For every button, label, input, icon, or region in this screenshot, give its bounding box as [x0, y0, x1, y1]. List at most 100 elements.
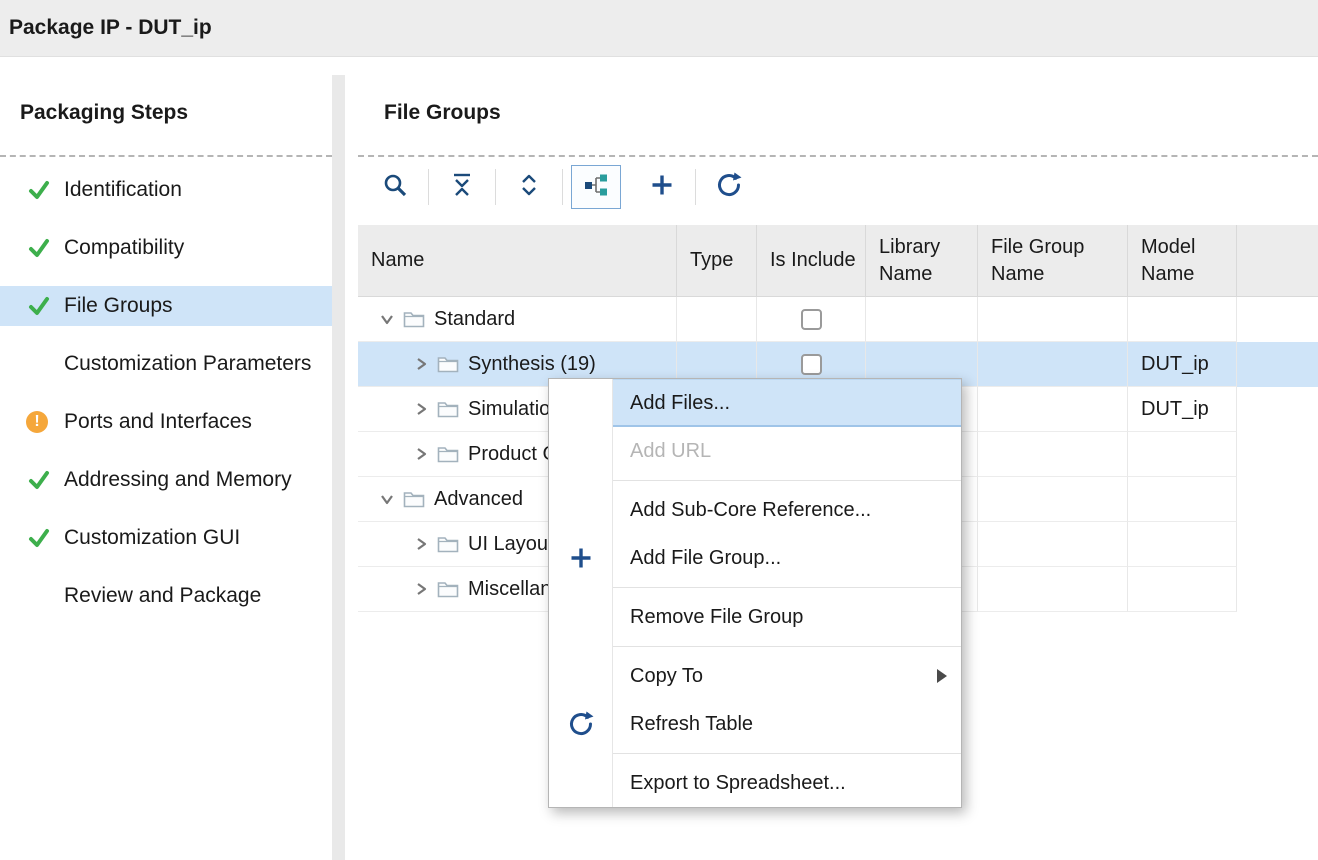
packaging-steps-list: Identification Compatibility File Groups… [0, 170, 332, 634]
column-header-library-name[interactable]: Library Name [866, 225, 978, 296]
menu-item-remove-file-group[interactable]: Remove File Group [549, 593, 961, 641]
menu-item-copy-to[interactable]: Copy To [549, 652, 961, 700]
hierarchy-view-icon [583, 172, 609, 203]
packaging-steps-panel: Packaging Steps Identification Compatibi… [0, 75, 332, 860]
check-icon [0, 293, 64, 319]
model-name-value: DUT_ip [1141, 398, 1209, 421]
collapse-all-button[interactable] [437, 165, 487, 209]
sidebar-item-addressing-and-memory[interactable]: Addressing and Memory [0, 460, 332, 500]
folder-icon [437, 400, 459, 418]
hierarchy-view-button[interactable] [571, 165, 621, 209]
search-icon [382, 172, 408, 203]
warning-icon: ! [0, 411, 64, 433]
row-label: Synthesis (19) [468, 353, 596, 376]
folder-icon [437, 445, 459, 463]
menu-separator [549, 475, 961, 486]
expand-all-icon [517, 172, 541, 203]
menu-item-label: Add File Group... [630, 547, 781, 570]
table-header: Name Type Is Include Library Name File G… [358, 225, 1318, 297]
is-include-checkbox[interactable] [801, 309, 822, 330]
folder-icon [403, 310, 425, 328]
search-button[interactable] [370, 165, 420, 209]
menu-item-add-url: Add URL [549, 427, 961, 475]
expand-all-button[interactable] [504, 165, 554, 209]
add-icon [549, 534, 612, 582]
row-label: UI Layout [468, 533, 554, 556]
sidebar-item-label: Customization Parameters [64, 352, 311, 376]
folder-icon [437, 580, 459, 598]
file-groups-title: File Groups [384, 101, 501, 125]
menu-item-label: Add URL [630, 440, 711, 463]
toolbar-separator [695, 169, 696, 205]
sidebar-item-label: Customization GUI [64, 526, 240, 550]
sidebar-item-identification[interactable]: Identification [0, 170, 332, 210]
refresh-icon [716, 172, 742, 203]
sidebar-item-file-groups[interactable]: File Groups [0, 286, 332, 326]
sidebar-item-label: File Groups [64, 294, 173, 318]
check-icon [0, 525, 64, 551]
column-header-filler [1237, 225, 1318, 296]
menu-separator [549, 748, 961, 759]
menu-item-refresh-table[interactable]: Refresh Table [549, 700, 961, 748]
toolbar-separator [495, 169, 496, 205]
chevron-right-icon[interactable] [414, 357, 428, 371]
chevron-right-icon[interactable] [414, 402, 428, 416]
menu-item-export-to-spreadsheet[interactable]: Export to Spreadsheet... [549, 759, 961, 807]
menu-item-label: Remove File Group [630, 606, 803, 629]
table-row-standard[interactable]: Standard [358, 297, 1318, 342]
folder-icon [403, 490, 425, 508]
refresh-icon [549, 700, 612, 748]
menu-item-add-file-group[interactable]: Add File Group... [549, 534, 961, 582]
column-header-type[interactable]: Type [677, 225, 757, 296]
chevron-right-icon[interactable] [414, 582, 428, 596]
sidebar-item-label: Identification [64, 178, 182, 202]
sidebar-item-compatibility[interactable]: Compatibility [0, 228, 332, 268]
sidebar-item-label: Addressing and Memory [64, 468, 292, 492]
column-header-name[interactable]: Name [358, 225, 677, 296]
chevron-right-icon[interactable] [414, 537, 428, 551]
sidebar-item-customization-gui[interactable]: Customization GUI [0, 518, 332, 558]
row-label: Standard [434, 308, 515, 331]
check-icon [0, 467, 64, 493]
sidebar-item-customization-parameters[interactable]: Customization Parameters [0, 344, 332, 384]
context-menu: Add Files... Add URL Add Sub-Core Refere… [548, 378, 962, 808]
panel-splitter[interactable] [332, 75, 345, 860]
is-include-checkbox[interactable] [801, 354, 822, 375]
file-groups-toolbar [370, 163, 754, 211]
toolbar-separator [562, 169, 563, 205]
column-header-model-name[interactable]: Model Name [1128, 225, 1237, 296]
check-icon [0, 177, 64, 203]
chevron-down-icon[interactable] [380, 312, 394, 326]
sidebar-item-label: Review and Package [64, 584, 261, 608]
sidebar-title: Packaging Steps [20, 101, 188, 125]
menu-item-label: Add Files... [630, 392, 730, 415]
menu-item-label: Export to Spreadsheet... [630, 772, 846, 795]
column-header-file-group-name[interactable]: File Group Name [978, 225, 1128, 296]
submenu-arrow-icon [937, 669, 947, 683]
chevron-right-icon[interactable] [414, 447, 428, 461]
window-title: Package IP - DUT_ip [9, 16, 212, 40]
chevron-down-icon[interactable] [380, 492, 394, 506]
divider [358, 155, 1318, 157]
sidebar-item-label: Ports and Interfaces [64, 410, 252, 434]
menu-item-label: Refresh Table [630, 713, 753, 736]
menu-separator [549, 582, 961, 593]
row-label: Advanced [434, 488, 523, 511]
model-name-value: DUT_ip [1141, 353, 1209, 376]
toolbar-separator [428, 169, 429, 205]
sidebar-item-ports-and-interfaces[interactable]: ! Ports and Interfaces [0, 402, 332, 442]
column-header-is-include[interactable]: Is Include [757, 225, 866, 296]
menu-separator [549, 641, 961, 652]
divider [0, 155, 332, 157]
check-icon [0, 235, 64, 261]
menu-item-label: Copy To [630, 665, 703, 688]
menu-item-add-files[interactable]: Add Files... [549, 379, 961, 427]
add-button[interactable] [637, 165, 687, 209]
refresh-button[interactable] [704, 165, 754, 209]
sidebar-item-review-and-package[interactable]: Review and Package [0, 576, 332, 616]
menu-item-add-sub-core-reference[interactable]: Add Sub-Core Reference... [549, 486, 961, 534]
folder-icon [437, 535, 459, 553]
menu-item-label: Add Sub-Core Reference... [630, 499, 871, 522]
collapse-all-icon [450, 172, 474, 203]
add-icon [650, 173, 674, 202]
